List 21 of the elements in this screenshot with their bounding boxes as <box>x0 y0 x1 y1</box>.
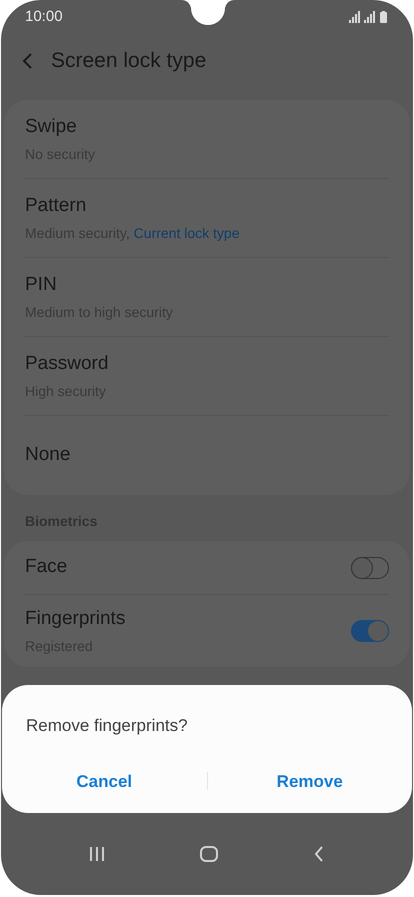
status-time: 10:00 <box>25 6 63 27</box>
item-title: Password <box>25 352 110 376</box>
recents-icon[interactable] <box>88 847 105 861</box>
dialog-message: Remove fingerprints? <box>26 715 189 737</box>
item-title: None <box>25 443 72 468</box>
dialog-button[interactable]: Cancel <box>68 768 140 794</box>
toggle-switch[interactable] <box>351 620 389 642</box>
biometric-item[interactable]: Face <box>25 541 389 595</box>
status-icons <box>349 11 389 23</box>
lock-type-item[interactable]: None <box>25 416 389 495</box>
item-title: Swipe <box>25 114 78 139</box>
back-icon[interactable] <box>313 846 326 862</box>
toggle-switch[interactable] <box>351 556 389 578</box>
item-title: Face <box>25 555 68 580</box>
dialog-button[interactable]: Remove <box>268 768 351 794</box>
home-icon[interactable] <box>200 846 218 862</box>
item-title: Fingerprints <box>25 606 126 631</box>
page-title: Screen lock type <box>51 48 206 74</box>
camera-notch <box>181 0 235 26</box>
item-title: Pattern <box>25 194 88 218</box>
item-title: PIN <box>25 272 58 297</box>
